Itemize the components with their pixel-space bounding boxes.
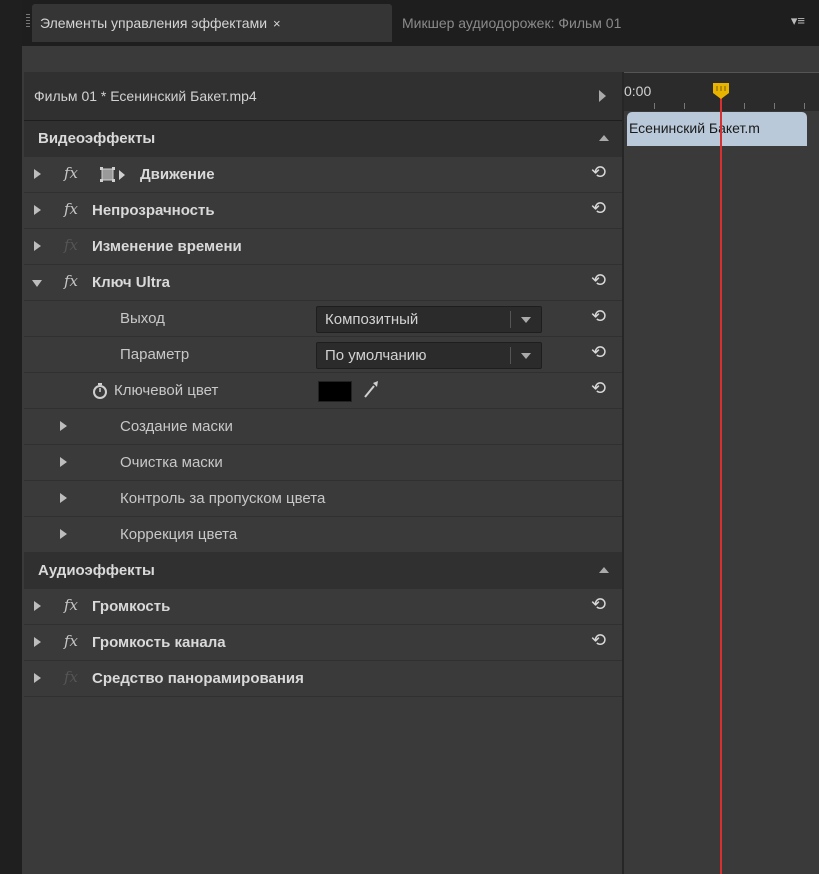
video-effects-section[interactable]: Видеоэффекты [24,121,622,157]
reset-icon[interactable]: ⟲ [591,630,606,650]
reset-icon[interactable]: ⟲ [591,306,606,326]
expand-triangle-icon[interactable] [60,493,67,503]
setting-dropdown[interactable]: По умолчанию [316,342,542,369]
effect-name: Непрозрачность [92,202,215,219]
effect-row-volume[interactable]: fx Громкость ⟲ [24,589,622,625]
show-timeline-arrow-icon[interactable] [599,90,606,102]
eyedropper-icon[interactable] [362,378,380,400]
effect-name: Громкость канала [92,634,226,651]
reset-icon[interactable]: ⟲ [591,342,606,362]
group-label: Коррекция цвета [120,526,238,543]
output-value: Композитный [325,311,419,328]
param-label-key-color: Ключевой цвет [114,382,219,399]
collapse-arrow-icon[interactable] [599,135,609,141]
effect-row-time-remapping[interactable]: fx Изменение времени [24,229,622,265]
ruler-tick [774,103,775,109]
timecode: 0:00 [624,83,652,99]
tab-effect-controls[interactable]: Элементы управления эффектами × [32,4,392,42]
fx-toggle-icon: fx [64,236,79,254]
transform-icon[interactable] [100,165,136,185]
group-row[interactable]: Коррекция цвета [24,517,622,553]
effect-row-motion[interactable]: fx Движение ⟲ [24,157,622,193]
clip-header: Фильм 01 * Есенинский Бакет.mp4 [24,72,622,121]
effect-row-panner[interactable]: fx Средство панорамирования [24,661,622,697]
stopwatch-icon[interactable] [92,382,108,400]
expand-triangle-icon[interactable] [34,601,41,611]
expand-triangle-icon[interactable] [60,529,67,539]
tab-bar: Элементы управления эффектами × Микшер ау… [22,0,819,46]
clip-bar-label: Есенинский Бакет.m [629,120,760,136]
clip-bar[interactable]: Есенинский Бакет.m [627,112,807,146]
section-title-audio: Аудиоэффекты [38,562,155,579]
collapse-triangle-icon[interactable] [32,280,42,287]
panel-grip[interactable] [26,14,30,28]
effect-name: Движение [140,166,215,183]
param-row-key-color: Ключевой цвет ⟲ [24,373,622,409]
ruler-tick [804,103,805,109]
reset-icon[interactable]: ⟲ [591,270,606,290]
param-row-output: Выход Композитный ⟲ [24,301,622,337]
expand-triangle-icon[interactable] [60,421,67,431]
mini-timeline[interactable]: 0:00 Есенинский Бакет.m [624,72,819,874]
expand-triangle-icon[interactable] [34,637,41,647]
reset-icon[interactable]: ⟲ [591,378,606,398]
effect-name: Ключ Ultra [92,274,170,291]
section-title-video: Видеоэффекты [38,130,156,147]
fx-toggle-icon: fx [64,668,79,686]
param-label-setting: Параметр [120,346,190,363]
tab-effect-controls-label: Элементы управления эффектами [40,15,268,31]
group-label: Очистка маски [120,454,223,471]
fx-toggle-icon[interactable]: fx [64,200,78,218]
playhead-handle-icon[interactable] [712,82,730,100]
chevron-down-icon[interactable] [521,317,531,323]
close-tab-icon[interactable]: × [273,16,281,31]
panel-menu-icon[interactable]: ▾≡ [791,13,805,29]
group-row[interactable]: Очистка маски [24,445,622,481]
ruler-tick [654,103,655,109]
effect-name: Средство панорамирования [92,670,304,687]
effect-row-ultra-key[interactable]: fx Ключ Ultra ⟲ [24,265,622,301]
ruler-tick [684,103,685,109]
reset-icon[interactable]: ⟲ [591,594,606,614]
reset-icon[interactable]: ⟲ [591,162,606,182]
fx-toggle-icon[interactable]: fx [64,632,78,650]
effect-name: Изменение времени [92,238,242,255]
dropdown-separator [510,311,511,328]
dropdown-separator [510,347,511,364]
fx-toggle-icon[interactable]: fx [64,272,78,290]
group-label: Контроль за пропуском цвета [120,490,326,507]
key-color-swatch[interactable] [318,381,352,402]
playhead-line[interactable] [720,84,722,874]
effect-controls-content: Фильм 01 * Есенинский Бакет.mp4 Видеоэфф… [22,46,819,874]
fx-toggle-icon[interactable]: fx [64,164,78,182]
collapse-arrow-icon[interactable] [599,567,609,573]
audio-effects-section[interactable]: Аудиоэффекты [24,553,622,589]
setting-value: По умолчанию [325,347,427,364]
effect-controls-window: Элементы управления эффектами × Микшер ау… [0,0,819,874]
param-row-setting: Параметр По умолчанию ⟲ [24,337,622,373]
effect-row-opacity[interactable]: fx Непрозрачность ⟲ [24,193,622,229]
tab-audio-mixer-label: Микшер аудиодорожек: Фильм 01 [402,15,622,31]
effect-name: Громкость [92,598,171,615]
group-label: Создание маски [120,418,233,435]
panel: Элементы управления эффектами × Микшер ау… [22,0,819,874]
tab-audio-mixer[interactable]: Микшер аудиодорожек: Фильм 01 [394,4,629,42]
expand-triangle-icon[interactable] [34,205,41,215]
expand-triangle-icon[interactable] [34,673,41,683]
expand-triangle-icon[interactable] [60,457,67,467]
group-row[interactable]: Создание маски [24,409,622,445]
effects-list: Видеоэффекты fx Движение ⟲ fx Непрозрачн… [24,121,622,697]
reset-icon[interactable]: ⟲ [591,198,606,218]
expand-triangle-icon[interactable] [34,169,41,179]
output-dropdown[interactable]: Композитный [316,306,542,333]
effect-row-channel-volume[interactable]: fx Громкость канала ⟲ [24,625,622,661]
fx-toggle-icon[interactable]: fx [64,596,78,614]
param-label-output: Выход [120,310,165,327]
chevron-down-icon[interactable] [521,353,531,359]
ruler-tick [744,103,745,109]
clip-name: Фильм 01 * Есенинский Бакет.mp4 [34,88,257,104]
expand-triangle-icon[interactable] [34,241,41,251]
group-row[interactable]: Контроль за пропуском цвета [24,481,622,517]
